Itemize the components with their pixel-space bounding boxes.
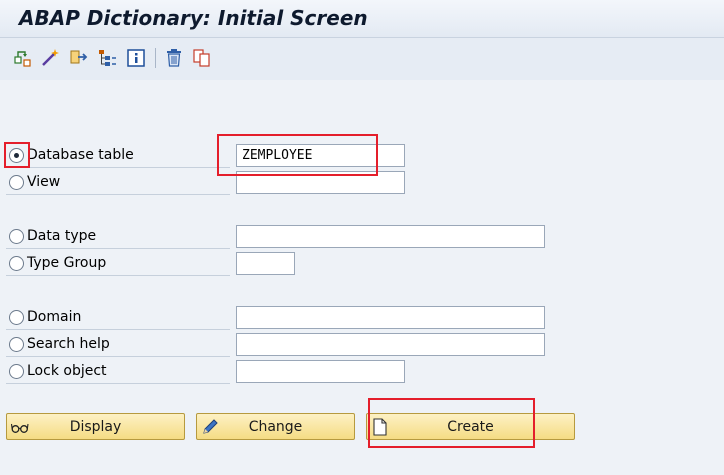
hierarchy-icon[interactable] [97, 48, 117, 68]
radio-view[interactable] [9, 175, 24, 190]
row-divider [6, 275, 230, 276]
label-view: View [27, 174, 61, 190]
data-type-input[interactable] [236, 225, 545, 248]
window-title: ABAP Dictionary: Initial Screen [19, 6, 368, 30]
info-icon[interactable] [126, 48, 146, 68]
title-bar: ABAP Dictionary: Initial Screen [0, 0, 724, 38]
other-object-icon[interactable] [13, 48, 33, 68]
search-help-input[interactable] [236, 333, 545, 356]
main-content: Database table ZEMPLOYEE View Data type … [0, 80, 724, 475]
label-database-table: Database table [27, 147, 134, 163]
radio-highlight-box [4, 142, 30, 168]
label-data-type: Data type [27, 228, 97, 244]
display-button[interactable]: Display [6, 413, 185, 440]
toolbar-separator [155, 48, 156, 68]
row-divider [6, 356, 230, 357]
delete-icon[interactable] [164, 48, 184, 68]
label-domain: Domain [27, 309, 82, 325]
magic-wand-icon[interactable] [40, 48, 60, 68]
radio-search-help[interactable] [9, 337, 24, 352]
radio-domain[interactable] [9, 310, 24, 325]
copy-icon[interactable] [192, 48, 212, 68]
row-divider [6, 248, 230, 249]
lock-object-input[interactable] [236, 360, 405, 383]
radio-type-group[interactable] [9, 256, 24, 271]
row-divider [6, 383, 230, 384]
label-type-group: Type Group [27, 255, 107, 271]
label-search-help: Search help [27, 336, 110, 352]
display-button-label: Display [69, 419, 122, 435]
radio-data-type[interactable] [9, 229, 24, 244]
application-toolbar [0, 38, 724, 80]
create-button-highlight-box [368, 398, 535, 448]
input-highlight-box [217, 134, 378, 176]
domain-input[interactable] [236, 306, 545, 329]
transport-icon[interactable] [69, 48, 89, 68]
change-button[interactable]: Change [196, 413, 355, 440]
radio-lock-object[interactable] [9, 364, 24, 379]
row-divider [6, 194, 230, 195]
label-lock-object: Lock object [27, 363, 107, 379]
type-group-input[interactable] [236, 252, 295, 275]
row-divider [6, 329, 230, 330]
change-button-label: Change [248, 419, 303, 435]
row-divider [6, 167, 230, 168]
